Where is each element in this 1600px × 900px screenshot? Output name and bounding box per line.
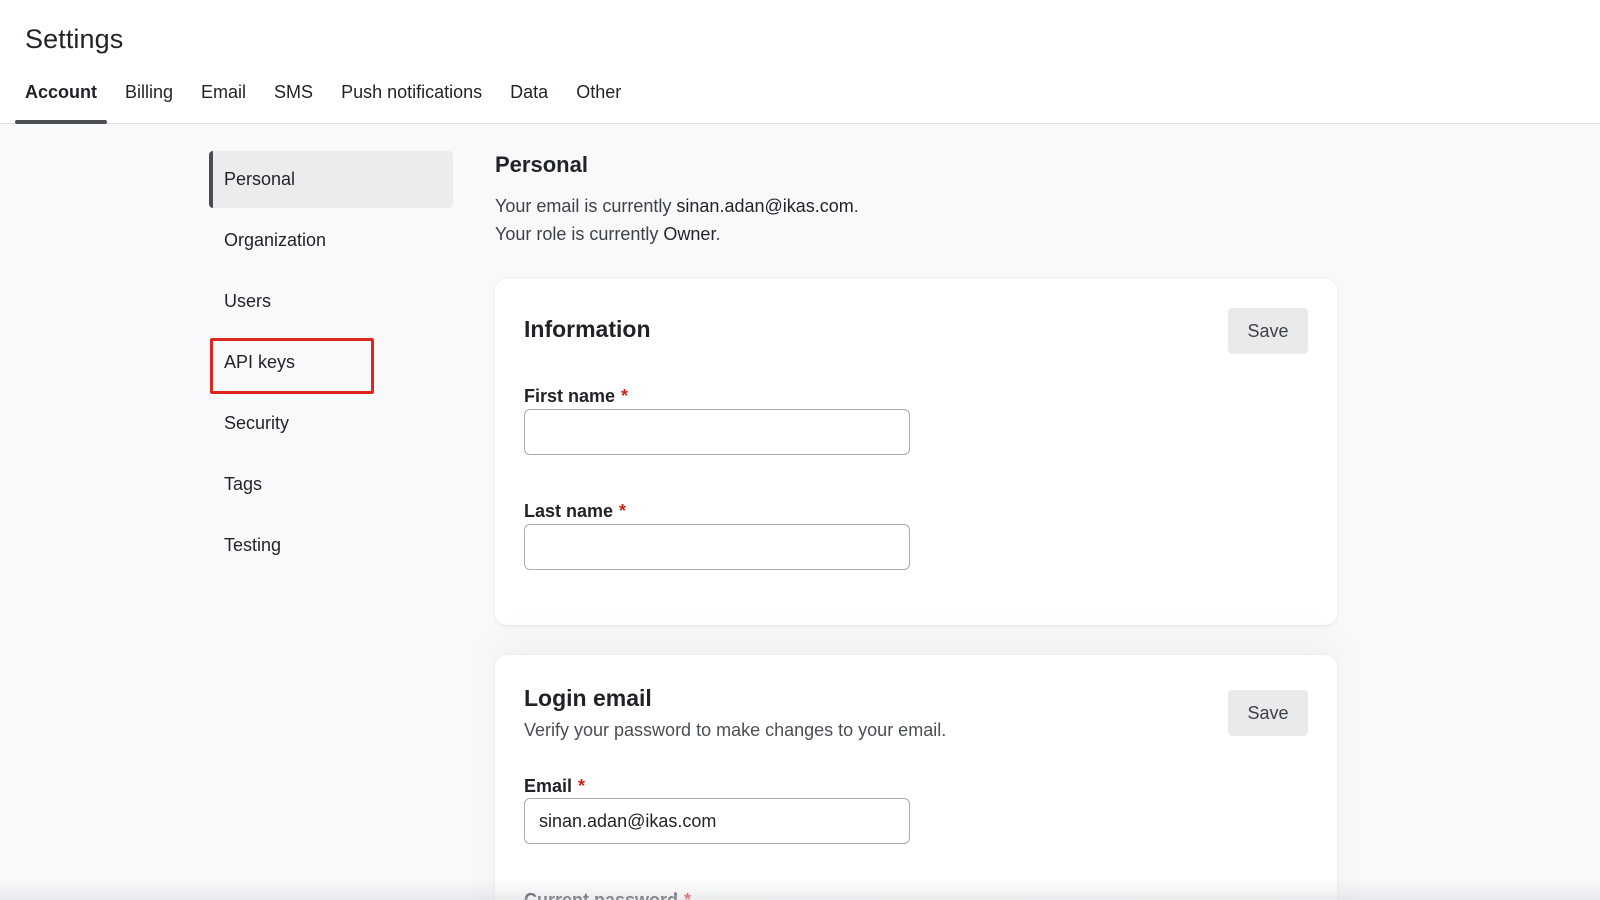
section-title: Personal	[495, 152, 588, 177]
sidebar-item-security[interactable]: Security	[209, 395, 453, 452]
account-sidebar: Personal Organization Users API keys Sec…	[209, 151, 453, 578]
role-info-line: Your role is currently Owner.	[495, 224, 721, 244]
tab-sms[interactable]: SMS	[264, 78, 323, 124]
sidebar-item-tags[interactable]: Tags	[209, 456, 453, 513]
page-title: Settings	[25, 24, 124, 54]
login-email-card-subtitle: Verify your password to make changes to …	[524, 720, 947, 740]
required-marker: *	[578, 776, 586, 796]
last-name-input[interactable]	[524, 524, 910, 570]
last-name-label: Last name *	[524, 501, 627, 521]
login-email-card-title: Login email	[524, 685, 652, 711]
current-role-value: Owner	[663, 224, 716, 244]
sidebar-item-testing[interactable]: Testing	[209, 517, 453, 574]
required-marker: *	[684, 890, 692, 900]
information-card-title: Information	[524, 316, 651, 342]
information-card: Information Save First name * Last name *	[495, 279, 1337, 625]
information-save-button[interactable]: Save	[1228, 308, 1308, 354]
tab-other[interactable]: Other	[566, 78, 631, 124]
sidebar-item-api-keys[interactable]: API keys	[209, 334, 453, 391]
login-email-card: Login email Verify your password to make…	[495, 655, 1337, 900]
tab-push-notifications[interactable]: Push notifications	[331, 78, 492, 124]
tab-email[interactable]: Email	[191, 78, 256, 124]
sidebar-item-organization[interactable]: Organization	[209, 212, 453, 269]
sidebar-item-personal[interactable]: Personal	[209, 151, 453, 208]
login-email-save-button[interactable]: Save	[1228, 690, 1308, 736]
first-name-label: First name *	[524, 386, 629, 406]
current-email-value: sinan.adan@ikas.com	[676, 196, 854, 216]
tab-billing[interactable]: Billing	[115, 78, 183, 124]
settings-header: Settings Account Billing Email SMS Push …	[0, 0, 1600, 124]
required-marker: *	[619, 501, 627, 521]
settings-tabs: Account Billing Email SMS Push notificat…	[15, 78, 639, 124]
first-name-input[interactable]	[524, 409, 910, 455]
required-marker: *	[621, 386, 629, 406]
sidebar-item-users[interactable]: Users	[209, 273, 453, 330]
email-input[interactable]	[524, 798, 910, 844]
current-password-label: Current password *	[524, 890, 691, 900]
email-label: Email *	[524, 776, 586, 796]
tab-account[interactable]: Account	[15, 78, 107, 124]
personal-section: Personal Your email is currently sinan.a…	[495, 152, 1337, 248]
tab-data[interactable]: Data	[500, 78, 558, 124]
email-info-line: Your email is currently sinan.adan@ikas.…	[495, 196, 859, 216]
